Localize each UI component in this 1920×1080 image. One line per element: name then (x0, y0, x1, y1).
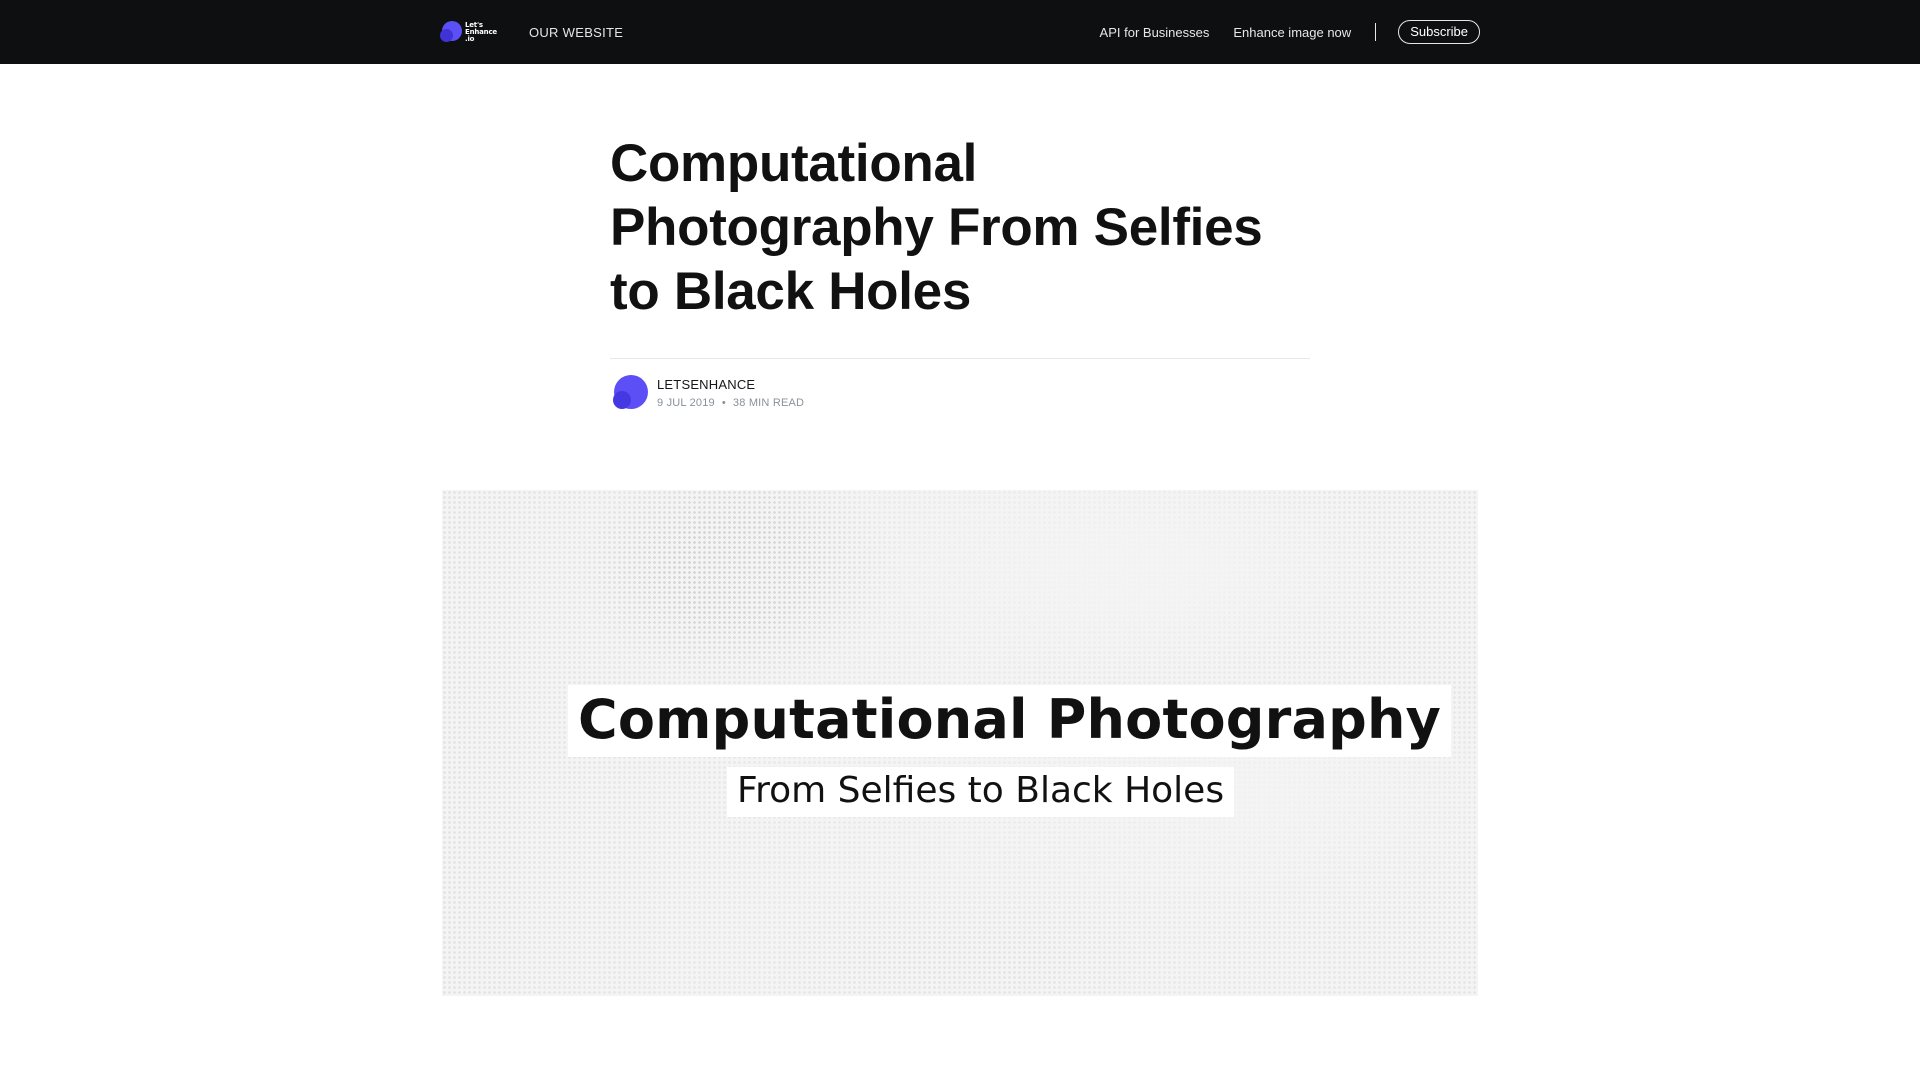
nav-enhance-image-now[interactable]: Enhance image now (1233, 25, 1351, 40)
article-header: Computational Photography From Selfies t… (610, 132, 1310, 411)
nav-divider (1375, 23, 1377, 41)
logo-icon (440, 21, 462, 43)
post-meta: 9 JUL 2019 • 38 MIN READ (657, 397, 804, 409)
author-avatar[interactable] (612, 375, 648, 411)
site-header: Let's Enhance .io OUR WEBSITE API for Bu… (0, 0, 1920, 64)
article-title: Computational Photography From Selfies t… (610, 134, 1263, 321)
reading-time: 38 MIN READ (732, 397, 805, 409)
nav-api-for-businesses[interactable]: API for Businesses (1100, 25, 1210, 40)
nav-our-website[interactable]: OUR WEBSITE (529, 25, 623, 40)
nav-right: API for Businesses Enhance image now Sub… (1076, 20, 1480, 44)
byline-meta: LETSENHANCE 9 JUL 2019 • 38 MIN READ (657, 377, 804, 409)
feature-image-subtitle: From Selfies to Black Holes (727, 767, 1235, 817)
author-name[interactable]: LETSENHANCE (657, 377, 804, 392)
post-date: 9 JUL 2019 (657, 397, 715, 409)
subscribe-button[interactable]: Subscribe (1398, 20, 1480, 44)
feature-image-title: Computational Photography (568, 685, 1452, 757)
logo-wordmark: Let's Enhance .io (465, 20, 497, 43)
byline: LETSENHANCE 9 JUL 2019 • 38 MIN READ (610, 358, 1310, 411)
site-logo[interactable]: Let's Enhance .io (440, 18, 497, 46)
meta-separator: • (721, 397, 726, 409)
feature-image: Computational Photography From Selfies t… (442, 490, 1478, 996)
header-inner: Let's Enhance .io OUR WEBSITE API for Bu… (440, 0, 1480, 64)
